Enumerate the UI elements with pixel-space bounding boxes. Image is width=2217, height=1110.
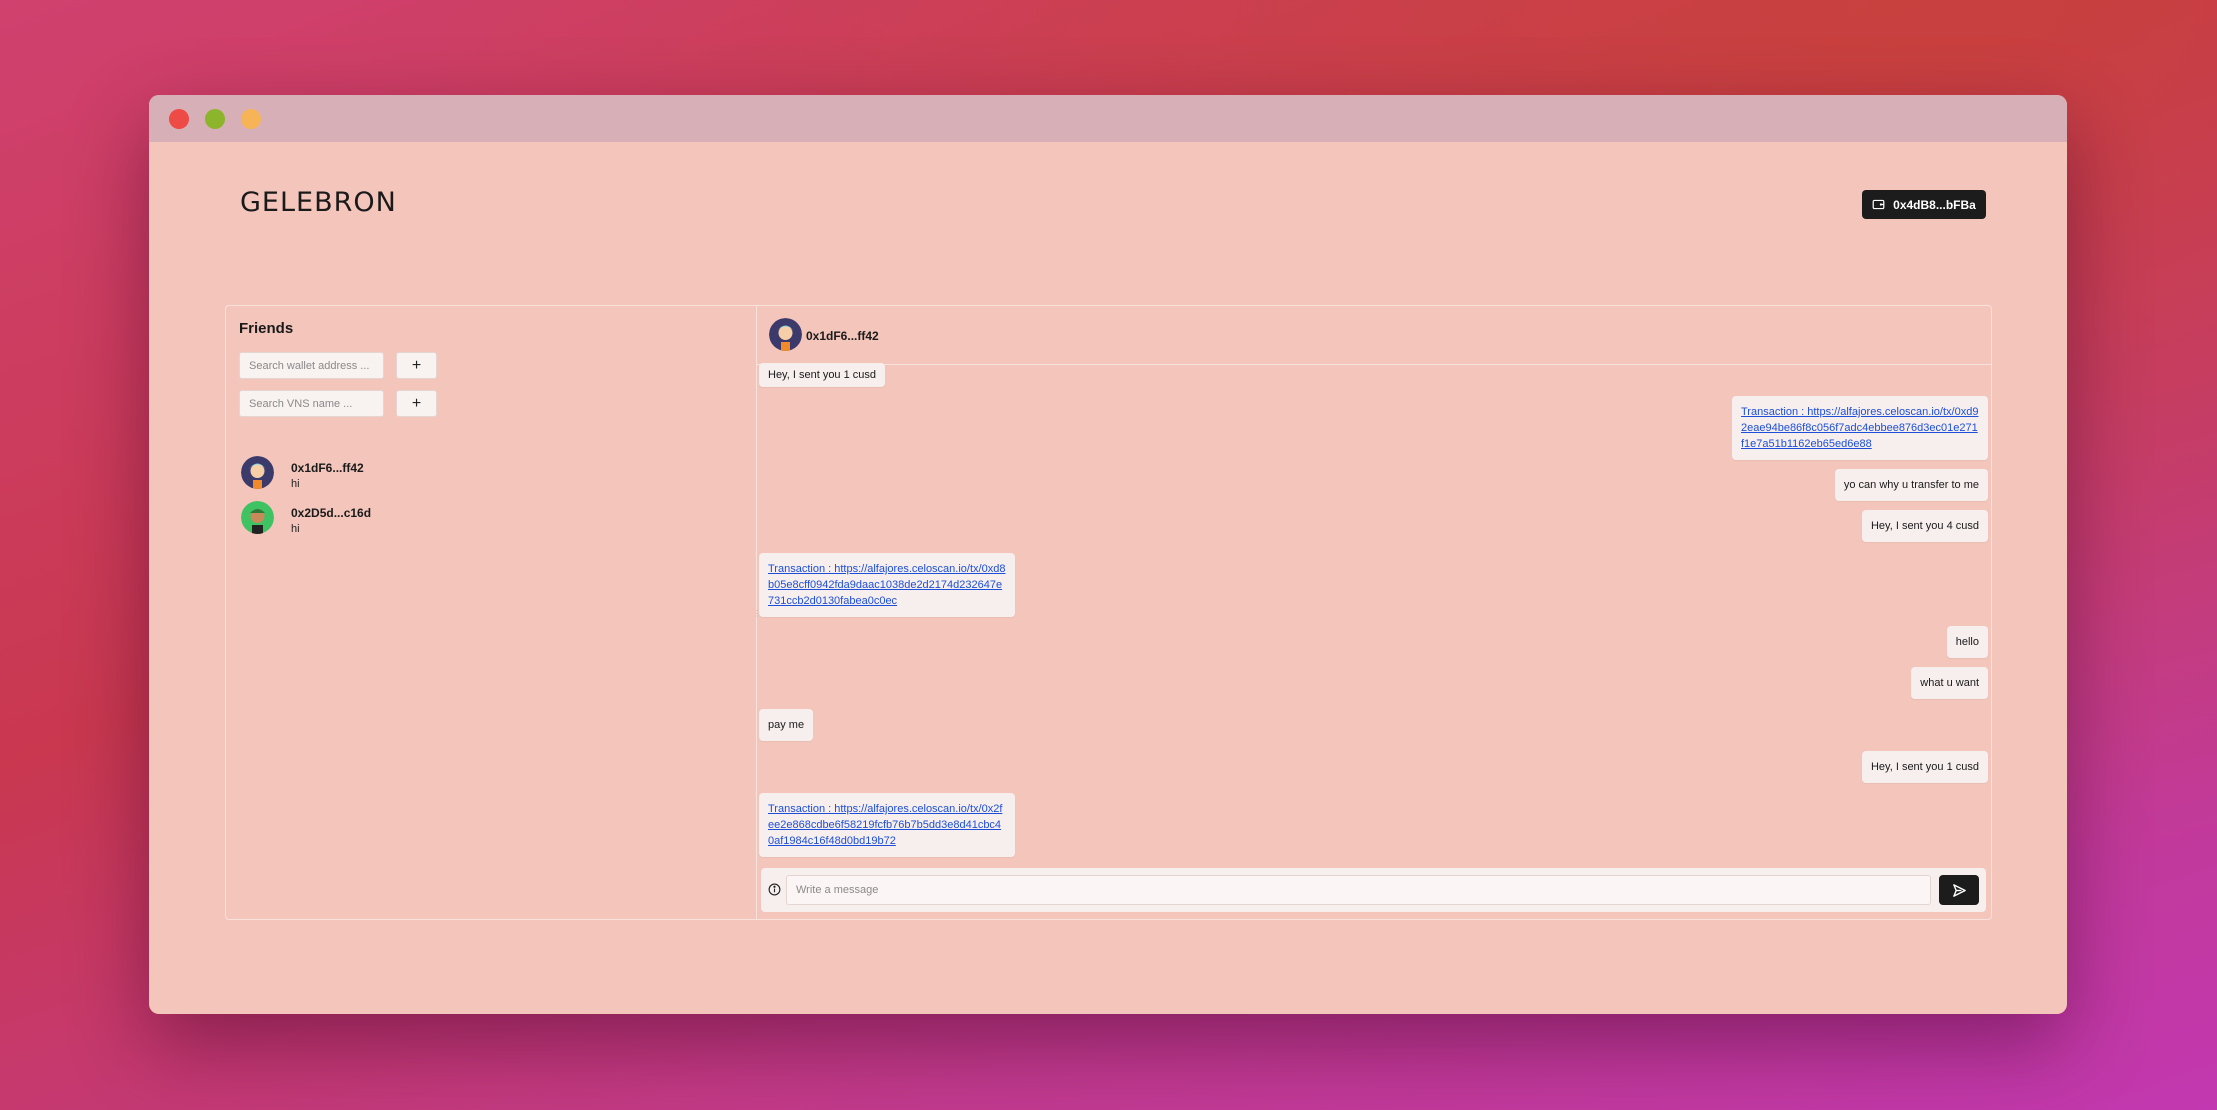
chat-header: 0x1dF6...ff42 bbox=[756, 306, 1991, 365]
transaction-link[interactable]: Transaction : https://alfajores.celoscan… bbox=[768, 803, 1002, 847]
message-input[interactable] bbox=[786, 875, 1931, 905]
window-titlebar bbox=[149, 95, 2067, 142]
avatar-blue-hair-icon bbox=[769, 318, 802, 351]
avatar-blue-hair-icon bbox=[241, 456, 274, 489]
friend-last-message: hi bbox=[291, 523, 300, 535]
message-bubble: Transaction : https://alfajores.celoscan… bbox=[759, 553, 1015, 617]
add-wallet-friend-button[interactable]: + bbox=[396, 352, 437, 379]
friends-heading: Friends bbox=[239, 320, 294, 337]
send-icon bbox=[1952, 883, 1966, 897]
friend-item[interactable]: 0x1dF6...ff42 hi bbox=[241, 456, 541, 496]
send-button[interactable] bbox=[1939, 875, 1979, 905]
minimize-window-button[interactable] bbox=[241, 109, 261, 129]
info-icon[interactable] bbox=[768, 883, 781, 896]
app-logo: GELEBRON bbox=[240, 187, 397, 218]
vns-search-input[interactable] bbox=[239, 390, 384, 417]
wallet-address: 0x4dB8...bFBa bbox=[1893, 197, 1976, 212]
friend-name: 0x2D5d...c16d bbox=[291, 506, 372, 520]
wallet-connect-button[interactable]: 0x4dB8...bFBa bbox=[1862, 190, 1986, 219]
transaction-link[interactable]: Transaction : https://alfajores.celoscan… bbox=[1741, 406, 1978, 450]
maximize-window-button[interactable] bbox=[205, 109, 225, 129]
friends-sidebar: Friends + + 0x1dF6...ff42 hi bbox=[226, 306, 757, 919]
message-bubble: Hey, I sent you 4 cusd bbox=[1861, 510, 1988, 542]
app-window: GELEBRON 0x4dB8...bFBa Friends + + bbox=[149, 95, 2067, 1014]
message-bubble: pay me bbox=[759, 709, 814, 741]
chat-area: 0x1dF6...ff42 Hey, I sent you 1 cusd Tra… bbox=[756, 306, 1991, 919]
close-window-button[interactable] bbox=[169, 109, 189, 129]
message-bubble: Hey, I sent you 1 cusd bbox=[1861, 751, 1988, 783]
message-bubble: Hey, I sent you 1 cusd bbox=[759, 363, 886, 387]
message-bubble: hello bbox=[1946, 626, 1988, 658]
chat-contact-name: 0x1dF6...ff42 bbox=[806, 329, 879, 343]
friend-last-message: hi bbox=[291, 478, 300, 490]
wallet-icon bbox=[1872, 199, 1885, 210]
message-bubble: what u want bbox=[1911, 667, 1988, 699]
friend-item[interactable]: 0x2D5d...c16d hi bbox=[241, 501, 541, 541]
message-bubble: yo can why u transfer to me bbox=[1834, 469, 1988, 501]
avatar-green-icon bbox=[241, 501, 274, 534]
message-composer bbox=[761, 868, 1986, 912]
messenger-panel: Friends + + 0x1dF6...ff42 hi bbox=[225, 305, 1992, 920]
wallet-search-input[interactable] bbox=[239, 352, 384, 379]
add-vns-friend-button[interactable]: + bbox=[396, 390, 437, 417]
transaction-link[interactable]: Transaction : https://alfajores.celoscan… bbox=[768, 563, 1005, 607]
message-bubble: Transaction : https://alfajores.celoscan… bbox=[1732, 396, 1988, 460]
friend-name: 0x1dF6...ff42 bbox=[291, 461, 364, 475]
message-bubble: Transaction : https://alfajores.celoscan… bbox=[759, 793, 1015, 857]
